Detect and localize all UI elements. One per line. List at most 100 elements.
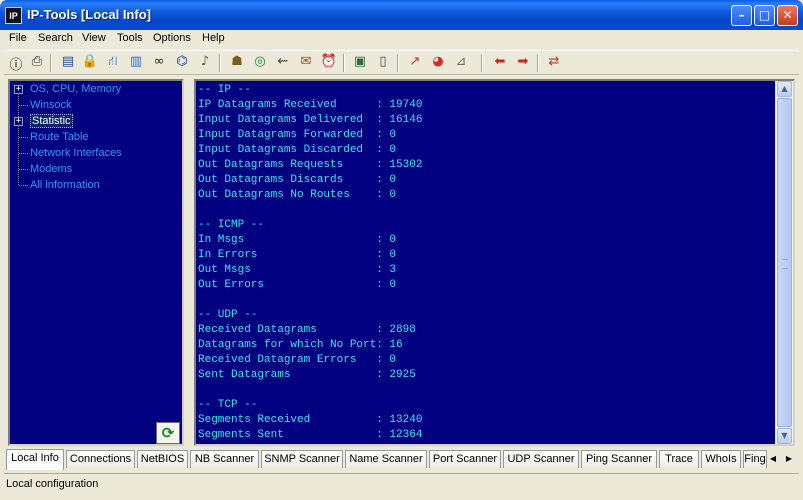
printer-icon[interactable]: ⎙ xyxy=(28,54,46,72)
tree-item-label: Modems xyxy=(30,163,73,175)
tab-nb-scanner[interactable]: NB Scanner xyxy=(190,450,259,468)
status-bar: Local configuration xyxy=(4,473,799,494)
statistic-line: Segments Received : 13240 xyxy=(198,414,423,426)
tab-name-scanner[interactable]: Name Scanner xyxy=(345,450,427,468)
statistics-output[interactable]: -- IP -- IP Datagrams Received : 19740 Inp… xyxy=(194,79,795,446)
title-bar[interactable]: IP IP-Tools [Local Info] – □ ✕ xyxy=(0,0,803,30)
mail-icon[interactable]: ✉ xyxy=(297,54,315,72)
tab-trace[interactable]: Trace xyxy=(659,450,699,468)
minimize-button[interactable]: – xyxy=(731,5,752,26)
tab-whois[interactable]: WhoIs xyxy=(701,450,741,468)
tab-ping-scanner[interactable]: Ping Scanner xyxy=(581,450,657,468)
tab-local-info[interactable]: Local Info xyxy=(6,449,64,470)
statistic-line: Received Datagrams : 2898 xyxy=(198,324,416,336)
statistic-line: Sent Datagrams : 2925 xyxy=(198,369,416,381)
statistic-line: Out Datagrams Requests : 15302 xyxy=(198,159,423,171)
info-tree[interactable]: + OS, CPU, Memory Winsock + Statistic Ro… xyxy=(8,79,184,446)
statistics-text: -- IP -- IP Datagrams Received : 19740 Inp… xyxy=(198,83,422,443)
tree-connector xyxy=(19,153,28,154)
statistic-line: Datagrams for which No Port: 16 xyxy=(198,339,403,351)
statistic-line: IP Datagrams Received : 19740 xyxy=(198,99,423,111)
monitor-icon[interactable]: ▣ xyxy=(351,54,369,72)
info-icon[interactable]: ⓘ xyxy=(7,54,25,73)
toolbar-separator xyxy=(537,54,539,72)
statistic-line: Segments Sent : 12364 xyxy=(198,429,423,441)
toolbar-separator xyxy=(481,54,483,72)
globe-icon[interactable]: ◎ xyxy=(251,54,269,72)
network-card-icon[interactable]: ▤ xyxy=(59,54,77,72)
speaker-icon[interactable]: ♪ xyxy=(196,54,214,72)
network-tree-icon[interactable]: ⛙ xyxy=(104,54,122,72)
statistic-line: -- IP -- xyxy=(198,84,251,96)
status-text: Local configuration xyxy=(6,478,99,490)
arrow-right-icon[interactable]: ➡ xyxy=(514,54,532,72)
document-icon[interactable]: ▯ xyxy=(374,54,392,72)
trace-icon[interactable]: ⇜ xyxy=(274,54,292,72)
tree-item-label: Network Interfaces xyxy=(30,147,122,159)
menu-tools[interactable]: Tools xyxy=(117,32,143,44)
tab-bar: Local Info Connections NetBIOS NB Scanne… xyxy=(6,449,797,470)
tree-item-label: OS, CPU, Memory xyxy=(30,83,122,95)
tab-udp-scanner[interactable]: UDP Scanner xyxy=(503,450,579,468)
lock-icon[interactable]: 🔒 xyxy=(81,54,99,72)
refresh-button[interactable]: ⟳ xyxy=(156,422,180,444)
tab-connections[interactable]: Connections xyxy=(66,450,135,468)
tab-snmp-scanner[interactable]: SNMP Scanner xyxy=(261,450,343,468)
scroll-down-button[interactable]: ▼ xyxy=(777,428,792,444)
tab-scroll-left-icon[interactable]: ◀ xyxy=(767,452,779,466)
expand-icon[interactable]: + xyxy=(14,117,23,126)
scroll-thumb[interactable] xyxy=(777,98,792,427)
scanner-icon[interactable]: ⌬ xyxy=(173,54,191,72)
statistic-line: In Msgs : 0 xyxy=(198,234,397,246)
alarm-clock-icon[interactable]: ⏰ xyxy=(320,54,338,72)
toolbar-separator xyxy=(397,54,399,72)
satellite-dish-icon[interactable]: ⊿ xyxy=(452,54,470,72)
binoculars-icon[interactable]: ∞ xyxy=(150,54,168,72)
computers-icon[interactable]: ☗ xyxy=(228,54,246,72)
statistic-line: In Errors : 0 xyxy=(198,249,397,261)
exchange-arrows-icon[interactable]: ⇄ xyxy=(545,54,563,72)
menu-search[interactable]: Search xyxy=(38,32,73,44)
tab-netbios[interactable]: NetBIOS xyxy=(137,450,188,468)
statistic-line: Received Datagram Errors : 0 xyxy=(198,354,397,366)
statistic-line xyxy=(198,293,422,308)
maximize-button[interactable]: □ xyxy=(754,5,775,26)
menu-options[interactable]: Options xyxy=(153,32,191,44)
menu-help[interactable]: Help xyxy=(202,32,225,44)
tree-connector xyxy=(19,137,28,138)
tab-fing[interactable]: Fing xyxy=(743,450,767,468)
menu-file[interactable]: File xyxy=(9,32,27,44)
statistic-line: -- UDP -- xyxy=(198,309,258,321)
menu-bar: File Search View Tools Options Help xyxy=(4,30,799,49)
statistic-line xyxy=(198,383,422,398)
tab-scroll-right-icon[interactable]: ▶ xyxy=(783,452,795,466)
statistic-line: -- TCP -- xyxy=(198,399,258,411)
vertical-scrollbar[interactable]: ▲ ▼ xyxy=(775,81,793,444)
statistic-line: Out Msgs : 3 xyxy=(198,264,397,276)
tree-connector xyxy=(19,105,28,106)
book-icon[interactable]: ▥ xyxy=(127,54,145,72)
pane-splitter[interactable] xyxy=(184,79,194,446)
statistic-line xyxy=(198,203,422,218)
statistic-line: Out Errors : 0 xyxy=(198,279,397,291)
scroll-thumb-grip xyxy=(783,259,788,269)
toolbar-separator xyxy=(343,54,345,72)
close-button[interactable]: ✕ xyxy=(777,5,798,26)
expand-icon[interactable]: + xyxy=(14,85,23,94)
scroll-up-button[interactable]: ▲ xyxy=(777,81,792,97)
tree-item-label: Route Table xyxy=(30,131,89,143)
graph-icon[interactable]: ↗ xyxy=(406,54,424,72)
tab-port-scanner[interactable]: Port Scanner xyxy=(429,450,501,468)
statistic-line: Input Datagrams Delivered : 16146 xyxy=(198,114,423,126)
toolbar-separator xyxy=(219,54,221,72)
arrow-left-icon[interactable]: ⬅ xyxy=(491,54,509,72)
tree-connector xyxy=(19,185,28,186)
app-icon[interactable]: IP xyxy=(5,7,22,24)
window-title: IP-Tools [Local Info] xyxy=(27,7,151,22)
statistic-line: Input Datagrams Forwarded : 0 xyxy=(198,129,397,141)
tree-item-label: Winsock xyxy=(30,99,72,111)
tree-item-label: Statistic xyxy=(30,114,73,128)
pie-chart-icon[interactable]: ◕ xyxy=(429,54,447,72)
statistic-line: Input Datagrams Discarded : 0 xyxy=(198,144,397,156)
menu-view[interactable]: View xyxy=(82,32,106,44)
